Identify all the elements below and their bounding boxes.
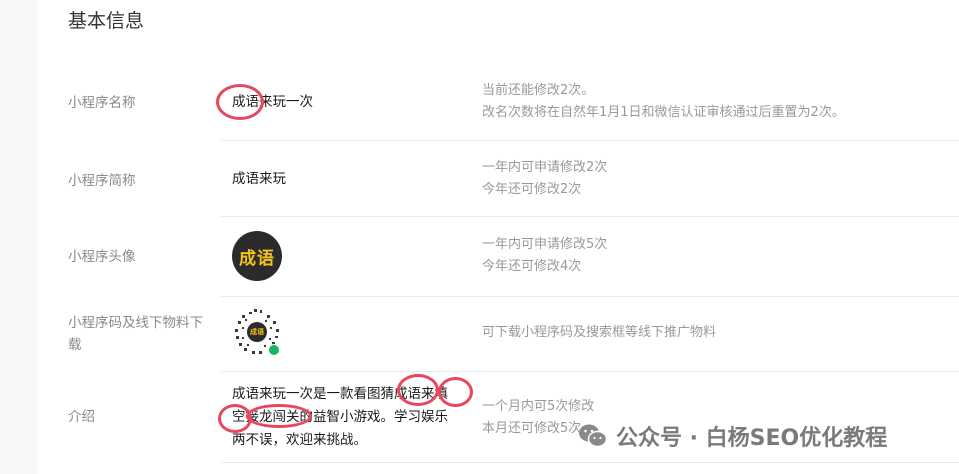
short-name-value: 成语来玩	[232, 171, 286, 187]
qrcode-label-line-1: 小程序码及线下物料下	[68, 315, 203, 331]
annotation-circle	[438, 377, 473, 407]
intro-line-3: 两不误，欢迎来挑战。	[232, 432, 367, 448]
qrcode-desc: 可下载小程序码及搜索框等线下推广物料	[482, 325, 717, 340]
section-title: 基本信息	[68, 10, 145, 32]
name-desc-2: 改名次数将在自然年1月1日和微信认证审核通过后重置为2次。	[482, 105, 845, 120]
wechat-icon	[579, 424, 608, 448]
short-name-desc-1: 一年内可申请修改2次	[482, 160, 608, 175]
annotation-circle	[216, 84, 264, 120]
name-label: 小程序名称	[68, 95, 136, 111]
avatar-desc-2: 今年还可修改4次	[482, 259, 582, 274]
watermark-text: 公众号 · 白杨SEO优化教程	[616, 426, 888, 451]
short-name-label: 小程序简称	[68, 173, 136, 189]
intro-desc-2: 本月还可修改5次	[482, 421, 582, 436]
qrcode-image[interactable]: 成语	[232, 307, 282, 357]
name-desc-1: 当前还能修改2次。	[482, 83, 595, 98]
qrcode-center-logo: 成语	[247, 322, 267, 342]
intro-desc-1: 一个月内可5次修改	[482, 399, 595, 414]
row-divider	[221, 371, 959, 372]
annotation-circle	[246, 404, 312, 428]
left-gutter	[0, 0, 37, 474]
verified-badge-icon	[268, 344, 280, 356]
avatar-text: 成语	[239, 248, 275, 269]
row-divider	[221, 140, 959, 141]
intro-label: 介绍	[68, 409, 95, 425]
row-divider	[221, 462, 959, 463]
annotation-circle	[397, 374, 439, 406]
watermark: 公众号 · 白杨SEO优化教程	[578, 418, 887, 454]
avatar-label: 小程序头像	[68, 249, 136, 265]
avatar-desc-1: 一年内可申请修改5次	[482, 237, 608, 252]
qrcode-label-line-2: 载	[68, 337, 82, 353]
avatar[interactable]: 成语	[232, 231, 282, 281]
row-divider	[221, 216, 959, 217]
short-name-desc-2: 今年还可修改2次	[482, 182, 582, 197]
row-divider	[221, 296, 959, 297]
